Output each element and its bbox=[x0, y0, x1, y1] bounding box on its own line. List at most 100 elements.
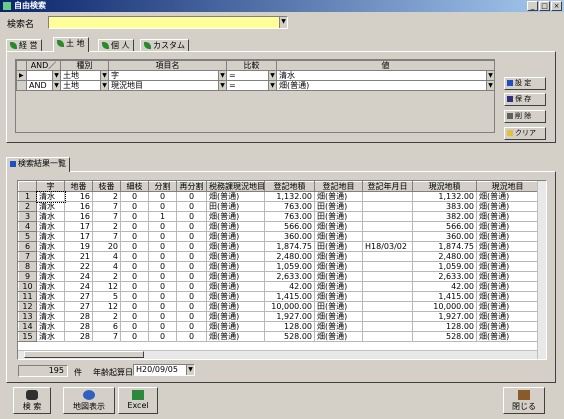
chevron-down-icon[interactable]: ▼ bbox=[100, 71, 108, 80]
table-cell[interactable]: 10,000.00 bbox=[412, 301, 477, 312]
clear-button[interactable]: クリア bbox=[504, 127, 546, 140]
close-window-button[interactable]: × bbox=[551, 1, 562, 11]
table-cell[interactable]: 畑(普通) bbox=[206, 271, 265, 282]
table-cell[interactable] bbox=[362, 281, 413, 292]
table-cell[interactable]: 清水 bbox=[36, 291, 65, 302]
table-row[interactable]: 9 清水 24 2 0 0 0 畑(普通) 2,633.00 畑(普通) 2,633.00 畑(普通) bbox=[18, 271, 539, 282]
table-cell[interactable]: 田(普通) bbox=[314, 211, 363, 222]
chevron-down-icon[interactable]: ▼ bbox=[268, 81, 276, 90]
search-button[interactable]: 検 索 bbox=[13, 387, 51, 414]
results-header-0[interactable] bbox=[18, 181, 37, 192]
table-cell[interactable]: 畑(普通) bbox=[476, 241, 539, 252]
table-cell[interactable]: 畑(普通) bbox=[314, 191, 363, 202]
tab-kojin[interactable]: 個 人 bbox=[98, 39, 134, 51]
table-cell[interactable] bbox=[362, 261, 413, 272]
results-header-2[interactable]: 地番 bbox=[64, 181, 93, 192]
table-cell[interactable]: 21 bbox=[64, 251, 93, 262]
table-cell[interactable]: 0 bbox=[176, 311, 207, 322]
table-cell[interactable]: 0 bbox=[148, 201, 177, 212]
table-cell[interactable]: 畑(普通) bbox=[206, 211, 265, 222]
table-row[interactable]: 6 清水 19 20 0 0 0 畑(普通) 1,874.75 田(普通) H18/03/02 1,8… bbox=[18, 241, 539, 252]
table-cell[interactable]: 0 bbox=[148, 241, 177, 252]
table-cell[interactable]: 1,059.00 bbox=[264, 261, 315, 272]
map-display-button[interactable]: 地図表示 bbox=[63, 387, 115, 414]
table-cell[interactable]: 畑(普通) bbox=[476, 271, 539, 282]
table-cell[interactable]: 畑(普通) bbox=[206, 321, 265, 332]
age-base-date-input[interactable]: H20/09/05 ▼ bbox=[133, 364, 195, 376]
table-cell[interactable]: 1,874.75 bbox=[264, 241, 315, 252]
table-cell[interactable]: 528.00 bbox=[412, 331, 477, 342]
table-cell[interactable]: 0 bbox=[120, 251, 149, 262]
table-cell[interactable]: 0 bbox=[120, 261, 149, 272]
tab-keiei[interactable]: 経 営 bbox=[6, 39, 42, 51]
table-cell[interactable]: 畑(普通) bbox=[476, 291, 539, 302]
table-cell[interactable] bbox=[362, 291, 413, 302]
table-cell[interactable]: 清水 bbox=[36, 271, 65, 282]
table-cell[interactable]: 畑(普通) bbox=[476, 321, 539, 332]
table-cell[interactable]: 0 bbox=[120, 231, 149, 242]
table-row[interactable]: 15 清水 28 7 0 0 0 畑(普通) 528.00 畑(普通) 528.00 畑(普通) bbox=[18, 331, 539, 342]
table-cell[interactable]: 42.00 bbox=[264, 281, 315, 292]
table-cell[interactable]: 清水 bbox=[36, 231, 65, 242]
table-cell[interactable]: 田(普通) bbox=[314, 201, 363, 212]
table-cell[interactable]: 1,874.75 bbox=[412, 241, 477, 252]
results-header-12[interactable]: 現況地目 bbox=[476, 181, 539, 192]
table-cell[interactable]: 畑(普通) bbox=[476, 251, 539, 262]
table-row[interactable]: 7 清水 21 4 0 0 0 畑(普通) 2,480.00 畑(普通) 2,480.00 畑(普通) bbox=[18, 251, 539, 262]
cond-cmp-select[interactable]: = ▼ bbox=[226, 80, 277, 91]
table-cell[interactable] bbox=[362, 321, 413, 332]
results-header-5[interactable]: 分割 bbox=[148, 181, 177, 192]
table-row[interactable]: 2 清水 16 7 0 0 0 田(普通) 763.00 田(普通) 383.00 畑(普通) bbox=[18, 201, 539, 212]
table-cell[interactable]: 清水 bbox=[36, 251, 65, 262]
tab-custom[interactable]: カスタム bbox=[140, 39, 189, 51]
table-cell[interactable]: 清水 bbox=[36, 221, 65, 232]
table-cell[interactable]: 0 bbox=[176, 331, 207, 342]
table-cell[interactable]: 畑(普通) bbox=[314, 311, 363, 322]
table-cell[interactable]: 16 bbox=[64, 201, 93, 212]
table-cell[interactable]: 24 bbox=[64, 281, 93, 292]
table-cell[interactable]: 360.00 bbox=[412, 231, 477, 242]
table-cell[interactable]: 0 bbox=[120, 271, 149, 282]
table-cell[interactable]: 清水 bbox=[36, 311, 65, 322]
table-cell[interactable]: 22 bbox=[64, 261, 93, 272]
table-cell[interactable]: 畑(普通) bbox=[206, 291, 265, 302]
table-cell[interactable]: 24 bbox=[64, 271, 93, 282]
table-cell[interactable]: 畑(普通) bbox=[314, 281, 363, 292]
table-cell[interactable]: 清水 bbox=[35, 190, 66, 203]
table-row[interactable]: 3 清水 16 7 0 1 0 畑(普通) 763.00 田(普通) 382.00 畑(普通) bbox=[18, 211, 539, 222]
table-cell[interactable]: 0 bbox=[148, 251, 177, 262]
table-cell[interactable] bbox=[362, 301, 413, 312]
table-cell[interactable] bbox=[362, 221, 413, 232]
table-cell[interactable]: 1 bbox=[148, 211, 177, 222]
table-cell[interactable]: 畑(普通) bbox=[206, 231, 265, 242]
table-cell[interactable]: 42.00 bbox=[412, 281, 477, 292]
chevron-down-icon[interactable]: ▼ bbox=[218, 71, 226, 80]
table-cell[interactable]: 763.00 bbox=[264, 201, 315, 212]
table-cell[interactable] bbox=[362, 211, 413, 222]
table-cell[interactable]: 清水 bbox=[36, 331, 65, 342]
table-cell[interactable]: 0 bbox=[176, 241, 207, 252]
table-cell[interactable]: 0 bbox=[148, 301, 177, 312]
table-cell[interactable]: 畑(普通) bbox=[206, 191, 265, 202]
close-button[interactable]: 閉じる bbox=[503, 387, 545, 414]
table-cell[interactable]: 畑(普通) bbox=[476, 281, 539, 292]
table-cell[interactable]: 畑(普通) bbox=[206, 331, 265, 342]
table-cell[interactable]: 2 bbox=[92, 311, 121, 322]
table-row[interactable]: 11 清水 27 5 0 0 0 畑(普通) 1,415.00 畑(普通) 1,415.00 畑(普通… bbox=[18, 291, 539, 302]
table-cell[interactable] bbox=[362, 271, 413, 282]
table-cell[interactable]: 1,415.00 bbox=[412, 291, 477, 302]
table-cell[interactable]: 0 bbox=[176, 261, 207, 272]
table-cell[interactable]: 畑(普通) bbox=[314, 221, 363, 232]
table-cell[interactable]: 0 bbox=[176, 291, 207, 302]
results-header-3[interactable]: 枝番 bbox=[92, 181, 121, 192]
table-cell[interactable]: 畑(普通) bbox=[206, 251, 265, 262]
horizontal-scroll-thumb[interactable] bbox=[24, 351, 144, 358]
table-cell[interactable]: 2,480.00 bbox=[412, 251, 477, 262]
table-cell[interactable]: 0 bbox=[176, 201, 207, 212]
table-cell[interactable]: 0 bbox=[176, 221, 207, 232]
chevron-down-icon[interactable]: ▼ bbox=[52, 71, 60, 80]
results-header-11[interactable]: 現況地積 bbox=[412, 181, 477, 192]
cond-value-select[interactable]: 畑(普通) ▼ bbox=[276, 80, 495, 91]
table-cell[interactable] bbox=[362, 311, 413, 322]
table-cell[interactable]: 0 bbox=[120, 311, 149, 322]
